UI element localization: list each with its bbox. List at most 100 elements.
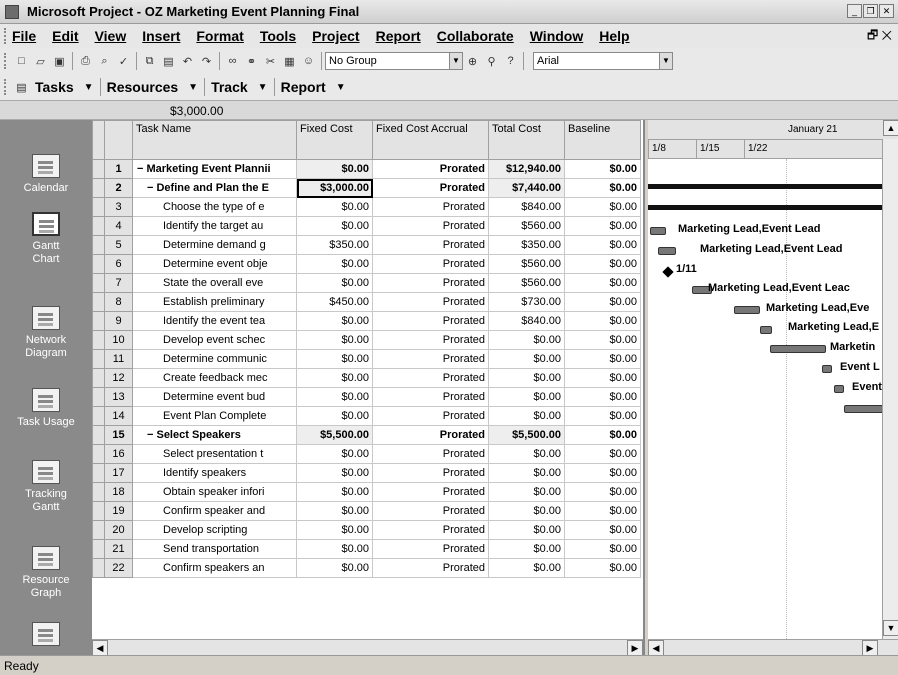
task-name-cell[interactable]: Determine demand g — [132, 235, 297, 255]
table-row[interactable]: 5 Determine demand g $350.00 Prorated $350.0… — [92, 235, 641, 255]
row-id[interactable]: 16 — [104, 444, 133, 464]
row-selector[interactable] — [92, 444, 105, 464]
fixed-cost-cell[interactable]: $0.00 — [296, 330, 373, 350]
total-cost-cell[interactable]: $0.00 — [488, 349, 565, 369]
fixed-cost-cell[interactable]: $5,500.00 — [296, 425, 373, 445]
row-selector[interactable] — [92, 330, 105, 350]
gantt-task-bar[interactable] — [822, 365, 832, 373]
scroll-left-icon[interactable]: ◀ — [648, 640, 664, 655]
task-name-cell[interactable]: Obtain speaker infori — [132, 482, 297, 502]
gantt-summary-bar[interactable] — [648, 184, 898, 189]
total-cost-cell[interactable]: $0.00 — [488, 501, 565, 521]
row-id[interactable]: 21 — [104, 539, 133, 559]
fixed-cost-accrual-cell[interactable]: Prorated — [372, 216, 489, 236]
scroll-left-icon[interactable]: ◀ — [92, 640, 108, 655]
entry-bar[interactable]: $3,000.00 — [0, 100, 898, 120]
fixed-cost-accrual-cell[interactable]: Prorated — [372, 425, 489, 445]
total-cost-cell[interactable]: $12,940.00 — [488, 159, 565, 179]
row-selector[interactable] — [92, 235, 105, 255]
row-id[interactable]: 1 — [104, 159, 133, 179]
row-id[interactable]: 17 — [104, 463, 133, 483]
row-id[interactable]: 18 — [104, 482, 133, 502]
menu-window[interactable]: Window — [530, 28, 584, 44]
total-cost-cell[interactable]: $7,440.00 — [488, 178, 565, 198]
gantt-task-bar[interactable] — [734, 306, 760, 314]
table-row[interactable]: 22 Confirm speakers an $0.00 Prorated $0.00 $… — [92, 558, 641, 578]
row-id[interactable]: 10 — [104, 330, 133, 350]
fixed-cost-cell[interactable]: $0.00 — [296, 520, 373, 540]
task-info-icon[interactable]: ▦ — [281, 53, 298, 70]
view-resource-graph[interactable]: Resource Graph — [0, 546, 92, 600]
table-row[interactable]: 19 Confirm speaker and $0.00 Prorated $0.00 $… — [92, 501, 641, 521]
row-id[interactable]: 11 — [104, 349, 133, 369]
paste-icon[interactable]: ▤ — [160, 53, 177, 70]
scroll-up-icon[interactable]: ▲ — [883, 120, 898, 136]
table-row[interactable]: 1− Marketing Event Plannii $0.00 Prorated $… — [92, 159, 641, 179]
total-cost-cell[interactable]: $350.00 — [488, 235, 565, 255]
vertical-scrollbar[interactable]: ▲ ▼ — [882, 120, 898, 639]
table-row[interactable]: 14 Event Plan Complete $0.00 Prorated $0.00 $… — [92, 406, 641, 426]
table-row[interactable]: 10 Develop event schec $0.00 Prorated $0.00 $… — [92, 330, 641, 350]
table-row[interactable]: 21 Send transportation $0.00 Prorated $0.00 $… — [92, 539, 641, 559]
task-name-cell[interactable]: Develop event schec — [132, 330, 297, 350]
view-tracking-gantt[interactable]: Tracking Gantt — [0, 460, 92, 514]
gantt-task-bar[interactable] — [770, 345, 826, 353]
print-icon[interactable]: ⎙ — [77, 53, 94, 70]
fixed-cost-cell[interactable]: $0.00 — [296, 539, 373, 559]
task-name-cell[interactable]: Determine event obje — [132, 254, 297, 274]
grid-horizontal-scrollbar[interactable]: ◀ ▶ — [92, 639, 643, 655]
row-id[interactable]: 4 — [104, 216, 133, 236]
fixed-cost-accrual-cell[interactable]: Prorated — [372, 178, 489, 198]
guide-track-menu[interactable]: Track ▼ — [207, 79, 272, 95]
header-total-cost[interactable]: Total Cost — [488, 120, 565, 160]
gantt-task-bar[interactable] — [844, 405, 884, 413]
baseline-cell[interactable]: $0.00 — [564, 368, 641, 388]
fixed-cost-accrual-cell[interactable]: Prorated — [372, 159, 489, 179]
row-selector[interactable] — [92, 520, 105, 540]
baseline-cell[interactable]: $0.00 — [564, 406, 641, 426]
fixed-cost-accrual-cell[interactable]: Prorated — [372, 273, 489, 293]
task-name-cell[interactable]: Confirm speakers an — [132, 558, 297, 578]
table-row[interactable]: 12 Create feedback mec $0.00 Prorated $0.00 $… — [92, 368, 641, 388]
fixed-cost-accrual-cell[interactable]: Prorated — [372, 349, 489, 369]
task-name-cell[interactable]: − Select Speakers — [132, 425, 297, 445]
project-guide-icon[interactable]: ▤ — [13, 79, 30, 96]
baseline-cell[interactable]: $0.00 — [564, 197, 641, 217]
baseline-cell[interactable]: $0.00 — [564, 330, 641, 350]
fixed-cost-accrual-cell[interactable]: Prorated — [372, 501, 489, 521]
row-selector[interactable] — [92, 406, 105, 426]
total-cost-cell[interactable]: $0.00 — [488, 558, 565, 578]
row-id[interactable]: 3 — [104, 197, 133, 217]
fixed-cost-cell[interactable]: $350.00 — [296, 235, 373, 255]
row-selector[interactable] — [92, 254, 105, 274]
scroll-right-icon[interactable]: ▶ — [862, 640, 878, 655]
table-row[interactable]: 2− Define and Plan the E $3,000.00 Prorate… — [92, 178, 641, 198]
redo-icon[interactable]: ↷ — [198, 53, 215, 70]
baseline-cell[interactable]: $0.00 — [564, 292, 641, 312]
baseline-cell[interactable]: $0.00 — [564, 425, 641, 445]
fixed-cost-accrual-cell[interactable]: Prorated — [372, 387, 489, 407]
task-name-cell[interactable]: Develop scripting — [132, 520, 297, 540]
fixed-cost-cell[interactable]: $0.00 — [296, 501, 373, 521]
fixed-cost-cell[interactable]: $0.00 — [296, 463, 373, 483]
menu-tools[interactable]: Tools — [260, 28, 296, 44]
font-select[interactable]: Arial ▼ — [533, 52, 673, 70]
row-id[interactable]: 8 — [104, 292, 133, 312]
chevron-down-icon[interactable]: ▼ — [449, 53, 462, 69]
fixed-cost-cell[interactable]: $0.00 — [296, 159, 373, 179]
row-id[interactable]: 19 — [104, 501, 133, 521]
row-id[interactable]: 9 — [104, 311, 133, 331]
fixed-cost-accrual-cell[interactable]: Prorated — [372, 311, 489, 331]
fixed-cost-accrual-cell[interactable]: Prorated — [372, 292, 489, 312]
task-name-cell[interactable]: Identify the target au — [132, 216, 297, 236]
menu-report[interactable]: Report — [376, 28, 421, 44]
table-row[interactable]: 3 Choose the type of e $0.00 Prorated $840.0… — [92, 197, 641, 217]
total-cost-cell[interactable]: $0.00 — [488, 463, 565, 483]
menu-insert[interactable]: Insert — [142, 28, 180, 44]
table-row[interactable]: 7 State the overall eve $0.00 Prorated $560.… — [92, 273, 641, 293]
view-task-usage[interactable]: Task Usage — [0, 388, 92, 429]
baseline-cell[interactable]: $0.00 — [564, 254, 641, 274]
fixed-cost-cell[interactable]: $0.00 — [296, 444, 373, 464]
table-row[interactable]: 4 Identify the target au $0.00 Prorated $560… — [92, 216, 641, 236]
fixed-cost-accrual-cell[interactable]: Prorated — [372, 197, 489, 217]
